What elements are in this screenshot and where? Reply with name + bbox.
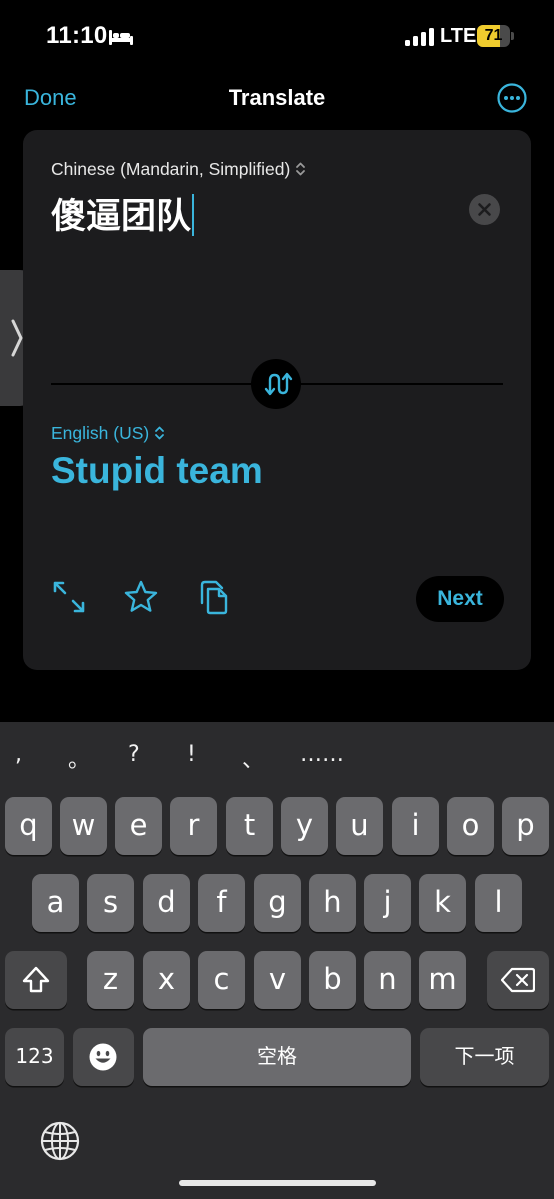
key-t[interactable]: t [226,797,273,855]
text-caret [192,194,195,236]
punct-key[interactable]: 。 [68,742,90,774]
punctuation-bar: , 。 ? ! 、 …… [0,742,554,782]
clear-button[interactable] [469,194,500,225]
key-m[interactable]: m [419,951,466,1009]
key-n[interactable]: n [364,951,411,1009]
signal-icon [405,28,434,46]
battery-percent: 71 [484,27,503,44]
key-s[interactable]: s [87,874,134,932]
home-indicator[interactable] [179,1180,376,1186]
numbers-key[interactable]: 123 [5,1028,64,1086]
key-q[interactable]: q [5,797,52,855]
punct-key[interactable]: , [15,742,22,767]
chevron-updown-icon [155,426,165,440]
target-language-label: English (US) [51,423,150,443]
swap-languages-icon [264,372,293,396]
punct-key[interactable]: …… [300,742,344,767]
punct-key[interactable]: ! [187,742,196,767]
key-p[interactable]: p [502,797,549,855]
source-text: 傻逼团队 [51,197,192,237]
key-r[interactable]: r [170,797,217,855]
key-x[interactable]: x [143,951,190,1009]
space-key[interactable]: 空格 [143,1028,411,1086]
key-u[interactable]: u [336,797,383,855]
emoji-icon [89,1043,117,1071]
source-language-selector[interactable]: Chinese (Mandarin, Simplified) [51,159,306,180]
key-e[interactable]: e [115,797,162,855]
key-k[interactable]: k [419,874,466,932]
chevron-right-icon [11,319,23,357]
globe-icon[interactable] [40,1121,80,1161]
network-type: LTE [440,25,477,47]
swap-languages-button[interactable] [251,359,301,409]
key-l[interactable]: l [475,874,522,932]
favorite-star-icon[interactable] [123,579,159,615]
key-i[interactable]: i [392,797,439,855]
key-b[interactable]: b [309,951,356,1009]
delete-icon [501,967,535,993]
key-g[interactable]: g [254,874,301,932]
keyboard: , 。 ? ! 、 …… q w e r t y u i o p a s d f… [0,722,554,1199]
translated-text[interactable]: Stupid team [51,450,263,492]
ellipsis-circle-icon[interactable] [497,83,527,113]
source-language-label: Chinese (Mandarin, Simplified) [51,159,291,179]
expand-icon[interactable] [51,579,87,615]
next-button[interactable]: Next [416,576,504,622]
clear-icon [478,203,491,216]
key-f[interactable]: f [198,874,245,932]
shift-key[interactable] [5,951,67,1009]
chevron-updown-icon [296,162,306,176]
battery-icon: 71 [477,25,515,47]
punct-key[interactable]: 、 [242,742,264,774]
key-h[interactable]: h [309,874,356,932]
key-j[interactable]: j [364,874,411,932]
done-button[interactable]: Done [24,85,77,111]
key-y[interactable]: y [281,797,328,855]
key-d[interactable]: d [143,874,190,932]
punct-key[interactable]: ? [128,742,140,767]
emoji-key[interactable] [73,1028,134,1086]
key-a[interactable]: a [32,874,79,932]
next-field-key[interactable]: 下一项 [420,1028,549,1086]
key-v[interactable]: v [254,951,301,1009]
key-c[interactable]: c [198,951,245,1009]
key-w[interactable]: w [60,797,107,855]
status-bar: 11:10 LTE 71 [0,0,554,74]
bed-icon [109,30,133,45]
key-o[interactable]: o [447,797,494,855]
delete-key[interactable] [487,951,549,1009]
translation-card: Chinese (Mandarin, Simplified) 傻逼团队 Engl… [23,130,531,670]
source-text-input[interactable]: 傻逼团队 [51,188,195,239]
copy-icon[interactable] [196,579,232,615]
key-z[interactable]: z [87,951,134,1009]
shift-icon [22,966,50,993]
page-title: Translate [228,85,326,110]
status-time: 11:10 [46,22,108,49]
target-language-selector[interactable]: English (US) [51,423,165,444]
